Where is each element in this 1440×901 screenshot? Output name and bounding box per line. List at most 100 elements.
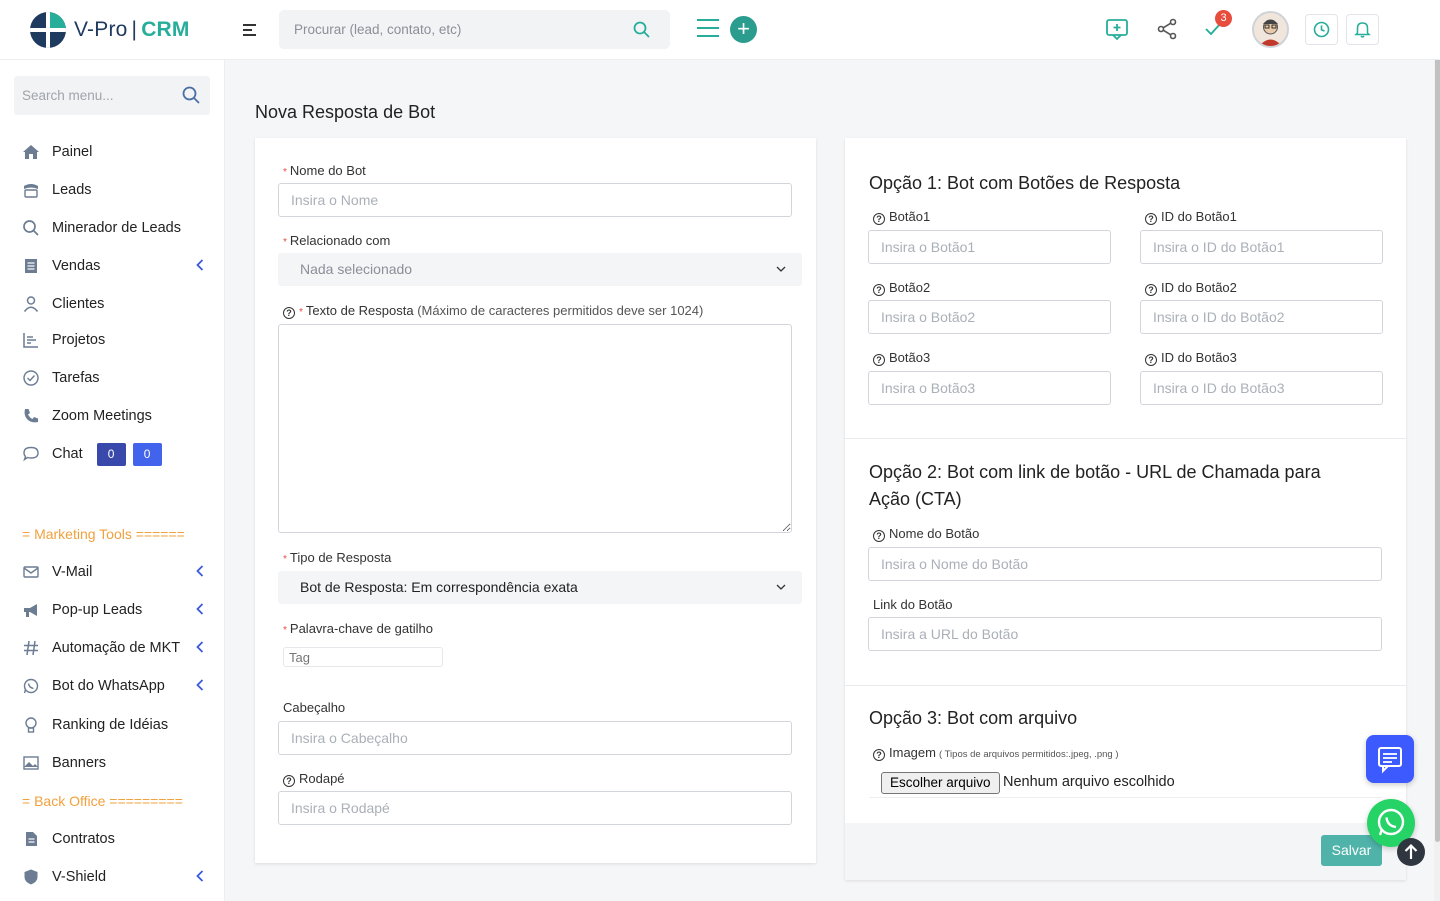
sidebar-item-label: V-Shield [52,869,107,885]
chevron-down-icon [776,584,786,590]
brand-logo[interactable]: V-Pro | CRM [30,12,190,48]
search-icon [23,220,39,236]
quick-add-button[interactable]: + [730,16,757,43]
sidebar-item-automacao-de-mkt[interactable]: Automação de MKT [22,636,212,660]
button1-id-label: ? ID do Botão1 [1145,209,1237,225]
sidebar-item-v-shield[interactable]: V-Shield [22,865,212,889]
sidebar-item-tarefas[interactable]: Tarefas [22,366,212,390]
section-divider [845,685,1406,686]
button-link-label: Link do Botão [873,597,953,612]
section-back-office: = Back Office ========= [22,793,183,809]
global-search-input[interactable] [279,10,619,49]
button1-id-input[interactable] [1140,230,1383,264]
sidebar-search-input[interactable] [14,76,174,115]
help-icon: ? [1145,213,1157,225]
user-avatar[interactable] [1252,11,1289,48]
sidebar-toggle-icon[interactable] [243,24,256,36]
sidebar-item-label: Chat [52,446,83,462]
related-label: * Relacionado com [283,233,391,248]
logo-mark-icon [30,12,66,48]
chat-count-badge: 0 [132,442,162,466]
file-status: Nenhum arquivo escolhido [1003,774,1175,790]
sidebar-item-ranking-de-ideias[interactable]: Ranking de Idéias [22,713,212,737]
notifications-button[interactable] [1346,14,1379,45]
button3-input[interactable] [868,371,1111,405]
chevron-left-icon[interactable] [196,870,204,882]
sidebar-item-minerador-de-leads[interactable]: Minerador de Leads [22,216,212,240]
footer-input[interactable] [278,791,792,825]
scroll-to-top-button[interactable] [1397,838,1425,866]
option3-title: Opção 3: Bot com arquivo [869,708,1078,728]
sidebar-item-label: V-Mail [52,564,93,580]
reply-type-select[interactable]: Bot de Resposta: Em correspondência exat… [278,571,802,604]
bell-icon [1354,22,1371,38]
tasks-badge: 3 [1215,10,1232,27]
timer-button[interactable] [1305,14,1338,45]
button2-id-input[interactable] [1140,300,1383,334]
reply-type-select-value: Bot de Resposta: Em correspondência exat… [300,579,578,595]
help-icon: ? [283,775,295,787]
footer-label: ? Rodapé [283,771,345,787]
button2-input[interactable] [868,300,1111,334]
bulb-icon [25,717,37,733]
reply-text-area[interactable] [278,324,792,533]
sidebar-item-zoom-meetings[interactable]: Zoom Meetings [22,404,212,428]
reply-type-label: * Tipo de Resposta [283,550,392,565]
sidebar-item-painel[interactable]: Painel [22,140,212,164]
sidebar-item-bot-do-whatsapp[interactable]: Bot do WhatsApp [22,674,212,698]
sidebar-item-banners[interactable]: Banners [22,751,212,775]
trigger-keyword-input[interactable] [283,647,443,667]
sidebar-item-label: Painel [52,144,93,160]
button1-input[interactable] [868,230,1111,264]
choose-file-button[interactable]: Escolher arquivo [881,772,1000,794]
help-icon: ? [283,307,295,319]
button3-label: ? Botão3 [873,350,930,366]
top-header: V-Pro|CRM + 3 [0,0,1440,60]
help-icon: ? [873,530,885,542]
global-search [279,10,670,49]
clock-icon [1313,21,1330,38]
chevron-left-icon[interactable] [196,259,204,271]
sidebar-item-leads[interactable]: Leads [22,178,212,202]
sidebar-item-label: Automação de MKT [52,640,181,656]
button-name-input[interactable] [868,547,1382,581]
search-icon[interactable] [633,21,650,38]
check-circle-icon [23,370,39,386]
sidebar-item-clientes[interactable]: Clientes [22,292,212,316]
sidebar-item-label: Zoom Meetings [52,408,152,424]
floating-chat-button[interactable] [1366,735,1414,783]
sidebar-item-pop-up-leads[interactable]: Pop-up Leads [22,598,212,622]
sidebar-item-v-mail[interactable]: V-Mail [22,560,212,584]
phone-icon [24,409,38,423]
scrollbar-thumb[interactable] [1435,2,1440,842]
sidebar-item-contratos[interactable]: Contratos [22,827,212,851]
hash-icon [24,640,38,656]
sidebar-item-label: Tarefas [52,370,100,386]
sidebar-item-label: Pop-up Leads [52,602,143,618]
chevron-left-icon[interactable] [196,679,204,691]
arrow-up-icon [1404,843,1418,859]
bot-name-input[interactable] [278,183,792,217]
chevron-left-icon[interactable] [196,603,204,615]
image-icon [23,756,39,770]
help-icon: ? [873,749,885,761]
sidebar-item-chat[interactable]: Chat 0 0 [22,442,212,466]
message-icon [1378,747,1402,774]
feedback-icon[interactable] [1105,17,1129,41]
button3-id-input[interactable] [1140,371,1383,405]
sidebar-item-label: Bot do WhatsApp [52,678,165,694]
share-icon[interactable] [1155,17,1179,41]
button-link-input[interactable] [868,617,1382,651]
sidebar-search [14,76,210,115]
related-select[interactable]: Nada selecionado [278,253,802,286]
whatsapp-icon [23,678,39,694]
shield-icon [24,869,38,885]
chevron-left-icon[interactable] [196,641,204,653]
search-icon[interactable] [182,86,200,104]
chevron-left-icon[interactable] [196,565,204,577]
header-input[interactable] [278,721,792,755]
sidebar-item-projetos[interactable]: Projetos [22,328,212,352]
menu-icon[interactable] [697,19,719,39]
sidebar-item-vendas[interactable]: Vendas [22,254,212,278]
chevron-down-icon [776,266,786,272]
